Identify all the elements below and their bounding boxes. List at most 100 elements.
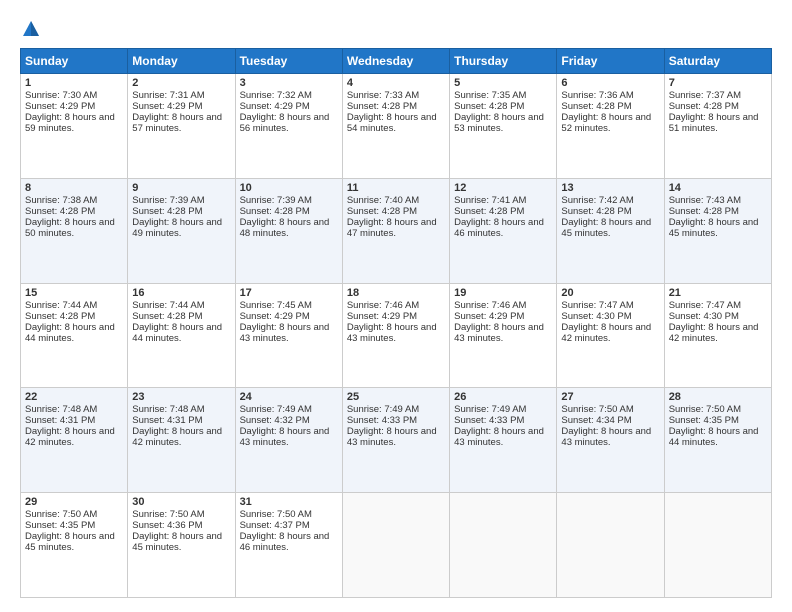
day-number: 25 (347, 391, 445, 403)
day-cell-21: 21 Sunrise: 7:47 AM Sunset: 4:30 PM Dayl… (664, 283, 771, 388)
sunset-label: Sunset: 4:29 PM (25, 101, 95, 112)
day-number: 9 (132, 182, 230, 194)
header-row: SundayMondayTuesdayWednesdayThursdayFrid… (21, 49, 772, 74)
sunset-label: Sunset: 4:32 PM (240, 415, 310, 426)
sunrise-label: Sunrise: 7:38 AM (25, 195, 97, 206)
sunset-label: Sunset: 4:30 PM (561, 311, 631, 322)
sunrise-label: Sunrise: 7:44 AM (132, 300, 204, 311)
sunset-label: Sunset: 4:28 PM (25, 206, 95, 217)
sunset-label: Sunset: 4:29 PM (132, 101, 202, 112)
sunrise-label: Sunrise: 7:47 AM (669, 300, 741, 311)
empty-cell (664, 493, 771, 598)
week-row-4: 22 Sunrise: 7:48 AM Sunset: 4:31 PM Dayl… (21, 388, 772, 493)
sunset-label: Sunset: 4:28 PM (669, 101, 739, 112)
sunrise-label: Sunrise: 7:40 AM (347, 195, 419, 206)
sunset-label: Sunset: 4:31 PM (132, 415, 202, 426)
sunset-label: Sunset: 4:28 PM (347, 206, 417, 217)
day-cell-17: 17 Sunrise: 7:45 AM Sunset: 4:29 PM Dayl… (235, 283, 342, 388)
daylight-label: Daylight: 8 hours and 46 minutes. (240, 531, 330, 553)
sunrise-label: Sunrise: 7:45 AM (240, 300, 312, 311)
daylight-label: Daylight: 8 hours and 48 minutes. (240, 217, 330, 239)
sunrise-label: Sunrise: 7:43 AM (669, 195, 741, 206)
daylight-label: Daylight: 8 hours and 45 minutes. (561, 217, 651, 239)
daylight-label: Daylight: 8 hours and 43 minutes. (454, 426, 544, 448)
empty-cell (342, 493, 449, 598)
day-cell-23: 23 Sunrise: 7:48 AM Sunset: 4:31 PM Dayl… (128, 388, 235, 493)
day-number: 13 (561, 182, 659, 194)
day-cell-16: 16 Sunrise: 7:44 AM Sunset: 4:28 PM Dayl… (128, 283, 235, 388)
day-number: 15 (25, 287, 123, 299)
sunrise-label: Sunrise: 7:49 AM (347, 404, 419, 415)
daylight-label: Daylight: 8 hours and 56 minutes. (240, 112, 330, 134)
day-cell-4: 4 Sunrise: 7:33 AM Sunset: 4:28 PM Dayli… (342, 74, 449, 179)
day-cell-12: 12 Sunrise: 7:41 AM Sunset: 4:28 PM Dayl… (450, 178, 557, 283)
day-cell-2: 2 Sunrise: 7:31 AM Sunset: 4:29 PM Dayli… (128, 74, 235, 179)
daylight-label: Daylight: 8 hours and 49 minutes. (132, 217, 222, 239)
sunset-label: Sunset: 4:28 PM (669, 206, 739, 217)
day-number: 8 (25, 182, 123, 194)
sunrise-label: Sunrise: 7:50 AM (25, 509, 97, 520)
day-cell-15: 15 Sunrise: 7:44 AM Sunset: 4:28 PM Dayl… (21, 283, 128, 388)
sunrise-label: Sunrise: 7:50 AM (561, 404, 633, 415)
empty-cell (450, 493, 557, 598)
sunset-label: Sunset: 4:34 PM (561, 415, 631, 426)
sunset-label: Sunset: 4:28 PM (240, 206, 310, 217)
day-cell-24: 24 Sunrise: 7:49 AM Sunset: 4:32 PM Dayl… (235, 388, 342, 493)
sunset-label: Sunset: 4:28 PM (347, 101, 417, 112)
daylight-label: Daylight: 8 hours and 50 minutes. (25, 217, 115, 239)
day-cell-14: 14 Sunrise: 7:43 AM Sunset: 4:28 PM Dayl… (664, 178, 771, 283)
calendar-table: SundayMondayTuesdayWednesdayThursdayFrid… (20, 48, 772, 598)
sunrise-label: Sunrise: 7:39 AM (132, 195, 204, 206)
day-cell-22: 22 Sunrise: 7:48 AM Sunset: 4:31 PM Dayl… (21, 388, 128, 493)
day-cell-31: 31 Sunrise: 7:50 AM Sunset: 4:37 PM Dayl… (235, 493, 342, 598)
sunrise-label: Sunrise: 7:47 AM (561, 300, 633, 311)
sunrise-label: Sunrise: 7:39 AM (240, 195, 312, 206)
day-cell-5: 5 Sunrise: 7:35 AM Sunset: 4:28 PM Dayli… (450, 74, 557, 179)
day-cell-10: 10 Sunrise: 7:39 AM Sunset: 4:28 PM Dayl… (235, 178, 342, 283)
day-cell-8: 8 Sunrise: 7:38 AM Sunset: 4:28 PM Dayli… (21, 178, 128, 283)
sunset-label: Sunset: 4:28 PM (132, 311, 202, 322)
sunset-label: Sunset: 4:31 PM (25, 415, 95, 426)
sunrise-label: Sunrise: 7:46 AM (347, 300, 419, 311)
sunrise-label: Sunrise: 7:37 AM (669, 90, 741, 101)
daylight-label: Daylight: 8 hours and 45 minutes. (25, 531, 115, 553)
sunset-label: Sunset: 4:36 PM (132, 520, 202, 531)
day-cell-3: 3 Sunrise: 7:32 AM Sunset: 4:29 PM Dayli… (235, 74, 342, 179)
day-number: 27 (561, 391, 659, 403)
day-cell-29: 29 Sunrise: 7:50 AM Sunset: 4:35 PM Dayl… (21, 493, 128, 598)
sunrise-label: Sunrise: 7:46 AM (454, 300, 526, 311)
daylight-label: Daylight: 8 hours and 44 minutes. (25, 322, 115, 344)
day-number: 31 (240, 496, 338, 508)
daylight-label: Daylight: 8 hours and 43 minutes. (561, 426, 651, 448)
daylight-label: Daylight: 8 hours and 42 minutes. (561, 322, 651, 344)
day-number: 6 (561, 77, 659, 89)
sunrise-label: Sunrise: 7:41 AM (454, 195, 526, 206)
empty-cell (557, 493, 664, 598)
logo (20, 18, 46, 40)
sunset-label: Sunset: 4:28 PM (132, 206, 202, 217)
day-number: 20 (561, 287, 659, 299)
sunset-label: Sunset: 4:28 PM (561, 101, 631, 112)
day-number: 3 (240, 77, 338, 89)
day-number: 24 (240, 391, 338, 403)
daylight-label: Daylight: 8 hours and 44 minutes. (132, 322, 222, 344)
col-header-saturday: Saturday (664, 49, 771, 74)
day-number: 18 (347, 287, 445, 299)
sunset-label: Sunset: 4:28 PM (561, 206, 631, 217)
sunrise-label: Sunrise: 7:49 AM (454, 404, 526, 415)
week-row-5: 29 Sunrise: 7:50 AM Sunset: 4:35 PM Dayl… (21, 493, 772, 598)
day-number: 22 (25, 391, 123, 403)
day-cell-30: 30 Sunrise: 7:50 AM Sunset: 4:36 PM Dayl… (128, 493, 235, 598)
day-cell-18: 18 Sunrise: 7:46 AM Sunset: 4:29 PM Dayl… (342, 283, 449, 388)
sunrise-label: Sunrise: 7:48 AM (132, 404, 204, 415)
sunrise-label: Sunrise: 7:44 AM (25, 300, 97, 311)
sunrise-label: Sunrise: 7:31 AM (132, 90, 204, 101)
sunrise-label: Sunrise: 7:35 AM (454, 90, 526, 101)
day-cell-20: 20 Sunrise: 7:47 AM Sunset: 4:30 PM Dayl… (557, 283, 664, 388)
day-number: 28 (669, 391, 767, 403)
day-number: 14 (669, 182, 767, 194)
col-header-tuesday: Tuesday (235, 49, 342, 74)
week-row-1: 1 Sunrise: 7:30 AM Sunset: 4:29 PM Dayli… (21, 74, 772, 179)
daylight-label: Daylight: 8 hours and 43 minutes. (347, 426, 437, 448)
daylight-label: Daylight: 8 hours and 54 minutes. (347, 112, 437, 134)
